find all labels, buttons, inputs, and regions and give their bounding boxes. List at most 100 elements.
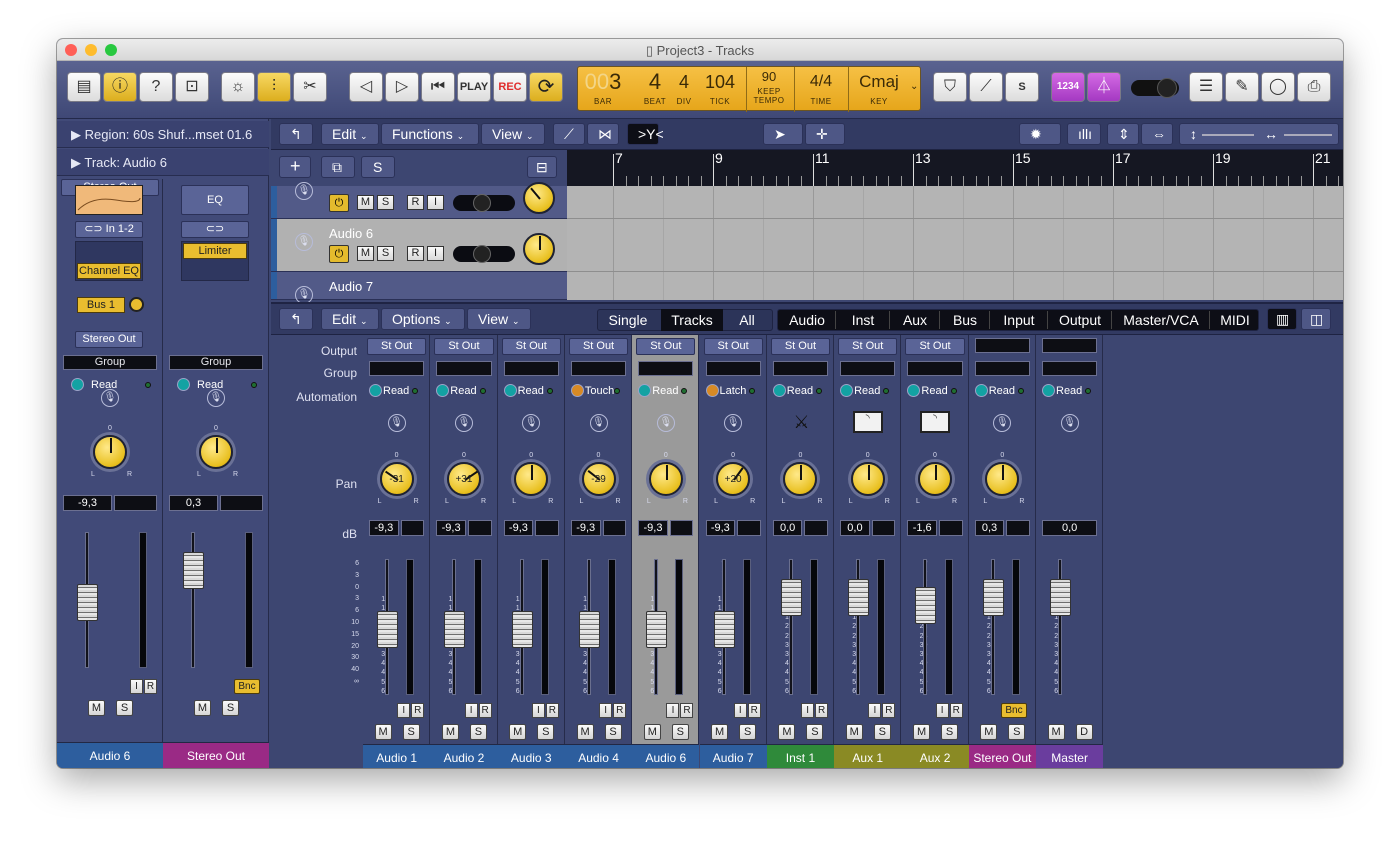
editors-button[interactable]: ✂ [293, 72, 327, 102]
channel-strip-audio-6[interactable]: St OutRead🎙0LR-9,30369121518212430354045… [632, 335, 700, 768]
group-slot[interactable] [503, 361, 559, 376]
channel-name-plate[interactable]: Audio 6 [632, 744, 700, 768]
smart-controls-button[interactable]: ☼ [221, 72, 255, 102]
global-tracks-button[interactable]: ⊟ [527, 156, 557, 178]
pan-knob[interactable] [985, 462, 1020, 496]
channel-strip-aux-1[interactable]: St OutRead◝0LR0,003691215182124303540455… [834, 335, 902, 768]
track-i-button[interactable]: I [427, 246, 444, 261]
vu-meter-icon[interactable]: ◝ [920, 411, 951, 433]
peak-readout[interactable] [871, 520, 896, 536]
output-slot[interactable]: St Out [636, 338, 696, 355]
mode-all-button[interactable]: All [725, 309, 769, 331]
arrange-grid[interactable] [567, 186, 1343, 300]
channel-name-plate[interactable]: Master [1036, 744, 1104, 768]
input-slot[interactable]: ⊂⊃ In 1-2 [75, 221, 143, 238]
filter-midi-button[interactable]: MIDI [1211, 309, 1259, 331]
peak-readout[interactable] [400, 520, 425, 536]
peak-readout[interactable] [737, 520, 761, 536]
record-button[interactable]: R [882, 703, 896, 718]
track-r-button[interactable]: R [407, 246, 424, 261]
pan-knob[interactable]: +31 [446, 462, 481, 496]
flex-button[interactable]: ⋈ [587, 123, 619, 145]
channel-strip-audio-7[interactable]: St OutLatch🎙0+20LR-9,3036912151821243035… [699, 335, 767, 768]
input-button[interactable]: I [464, 703, 478, 718]
input-monitor-icon[interactable]: 🎙 [724, 414, 743, 432]
mixer-edit-menu[interactable]: Edit ⌄ [321, 308, 379, 330]
strip-s-button[interactable]: S [739, 724, 757, 740]
strip-m-button[interactable]: M [1047, 724, 1065, 740]
mixer-options-menu[interactable]: Options ⌄ [381, 308, 465, 330]
input-monitor-icon[interactable]: 🎙 [207, 389, 225, 407]
strip-m-button[interactable]: M [576, 724, 594, 740]
channel-name-plate[interactable]: Audio 3 [497, 744, 565, 768]
volume-fader[interactable] [511, 610, 533, 648]
strip-s-button[interactable]: S [116, 700, 133, 716]
peak-readout[interactable] [804, 520, 829, 536]
play-button[interactable]: PLAY [457, 72, 491, 102]
metronome-button[interactable]: ⏃ [1087, 72, 1121, 102]
db-readout[interactable]: 0,0 [772, 520, 803, 536]
strip-s-button[interactable]: S [671, 724, 689, 740]
output-slot[interactable]: St Out [770, 338, 831, 355]
db-readout[interactable]: 0,0 [1042, 520, 1098, 536]
horizontal-zoom-slider[interactable] [1284, 134, 1332, 136]
pan-knob[interactable] [648, 462, 683, 496]
volume-fader[interactable] [713, 610, 735, 648]
output-slot[interactable]: St Out [703, 338, 763, 355]
filter-master-vca-button[interactable]: Master/VCA [1113, 309, 1209, 331]
db-readout[interactable]: -9,3 [63, 495, 112, 511]
vu-meter-icon[interactable]: ◝ [852, 411, 883, 433]
input-button[interactable]: I [666, 703, 680, 718]
track-name[interactable]: Audio 6 [329, 226, 373, 241]
peak-readout[interactable] [535, 520, 559, 536]
db-readout[interactable]: -9,3 [369, 520, 399, 536]
volume-fader[interactable] [982, 579, 1004, 617]
strip-m-button[interactable]: M [711, 724, 729, 740]
strip-m-button[interactable]: M [845, 724, 863, 740]
channel-strip-stereo-out[interactable]: Group Read 🎙 0 L R 0,3 Bnc M S Stereo Out EQ ⊂⊃ Limit… [163, 179, 269, 768]
output-slot[interactable]: St Out [434, 338, 494, 355]
input-monitor-icon[interactable]: 🎙 [295, 233, 313, 251]
tracks-functions-menu[interactable]: Functions ⌄ [381, 123, 479, 145]
input-button[interactable]: I [130, 679, 143, 694]
pan-knob[interactable] [93, 435, 127, 469]
output-slot[interactable]: Stereo Out [75, 331, 143, 348]
rewind-button[interactable]: ◁ [349, 72, 383, 102]
filter-aux-button[interactable]: Aux [891, 309, 939, 331]
input-monitor-icon[interactable]: 🎙 [993, 414, 1012, 432]
peak-readout[interactable] [669, 520, 694, 536]
input-button[interactable]: I [733, 703, 747, 718]
output-slot[interactable] [974, 338, 1030, 353]
peak-readout[interactable] [939, 520, 963, 536]
list-editors-button[interactable]: ☰ [1189, 72, 1223, 102]
strip-m-button[interactable]: M [509, 724, 527, 740]
automation-mode[interactable]: Read [91, 379, 147, 391]
group-slot[interactable] [705, 361, 761, 376]
pan-knob[interactable] [783, 462, 818, 496]
send-level-knob[interactable] [129, 297, 144, 312]
output-slot[interactable] [1042, 338, 1098, 353]
eq-slot[interactable]: EQ [181, 185, 249, 215]
volume-fader[interactable] [848, 579, 870, 617]
db-readout[interactable]: -9,3 [436, 520, 466, 536]
cycle-button[interactable]: ⟳ [529, 72, 563, 102]
master-volume-slider[interactable] [1131, 78, 1179, 98]
track-row[interactable]: 🎙 Audio 6 ⏻ M S R I [271, 219, 567, 272]
pan-knob[interactable]: +20 [716, 462, 751, 496]
quick-help-button[interactable]: ? [139, 72, 173, 102]
forward-button[interactable]: ▷ [385, 72, 419, 102]
record-button[interactable]: R [815, 703, 829, 718]
loop-browser-button[interactable]: ◯ [1261, 72, 1295, 102]
db-readout[interactable]: 0,0 [840, 520, 870, 536]
input-monitor-icon[interactable]: 🎙 [454, 414, 473, 432]
track-m-button[interactable]: M [357, 195, 374, 210]
peak-readout[interactable] [602, 520, 627, 536]
filter-bus-button[interactable]: Bus [941, 309, 989, 331]
volume-fader[interactable] [780, 579, 802, 617]
channel-name-plate[interactable]: Inst 1 [766, 744, 835, 768]
strip-s-button[interactable]: S [537, 724, 555, 740]
input-button[interactable]: I [868, 703, 882, 718]
catch-playhead-button[interactable]: >Y< [627, 123, 664, 145]
input-button[interactable]: I [531, 703, 545, 718]
record-button[interactable]: R [545, 703, 559, 718]
